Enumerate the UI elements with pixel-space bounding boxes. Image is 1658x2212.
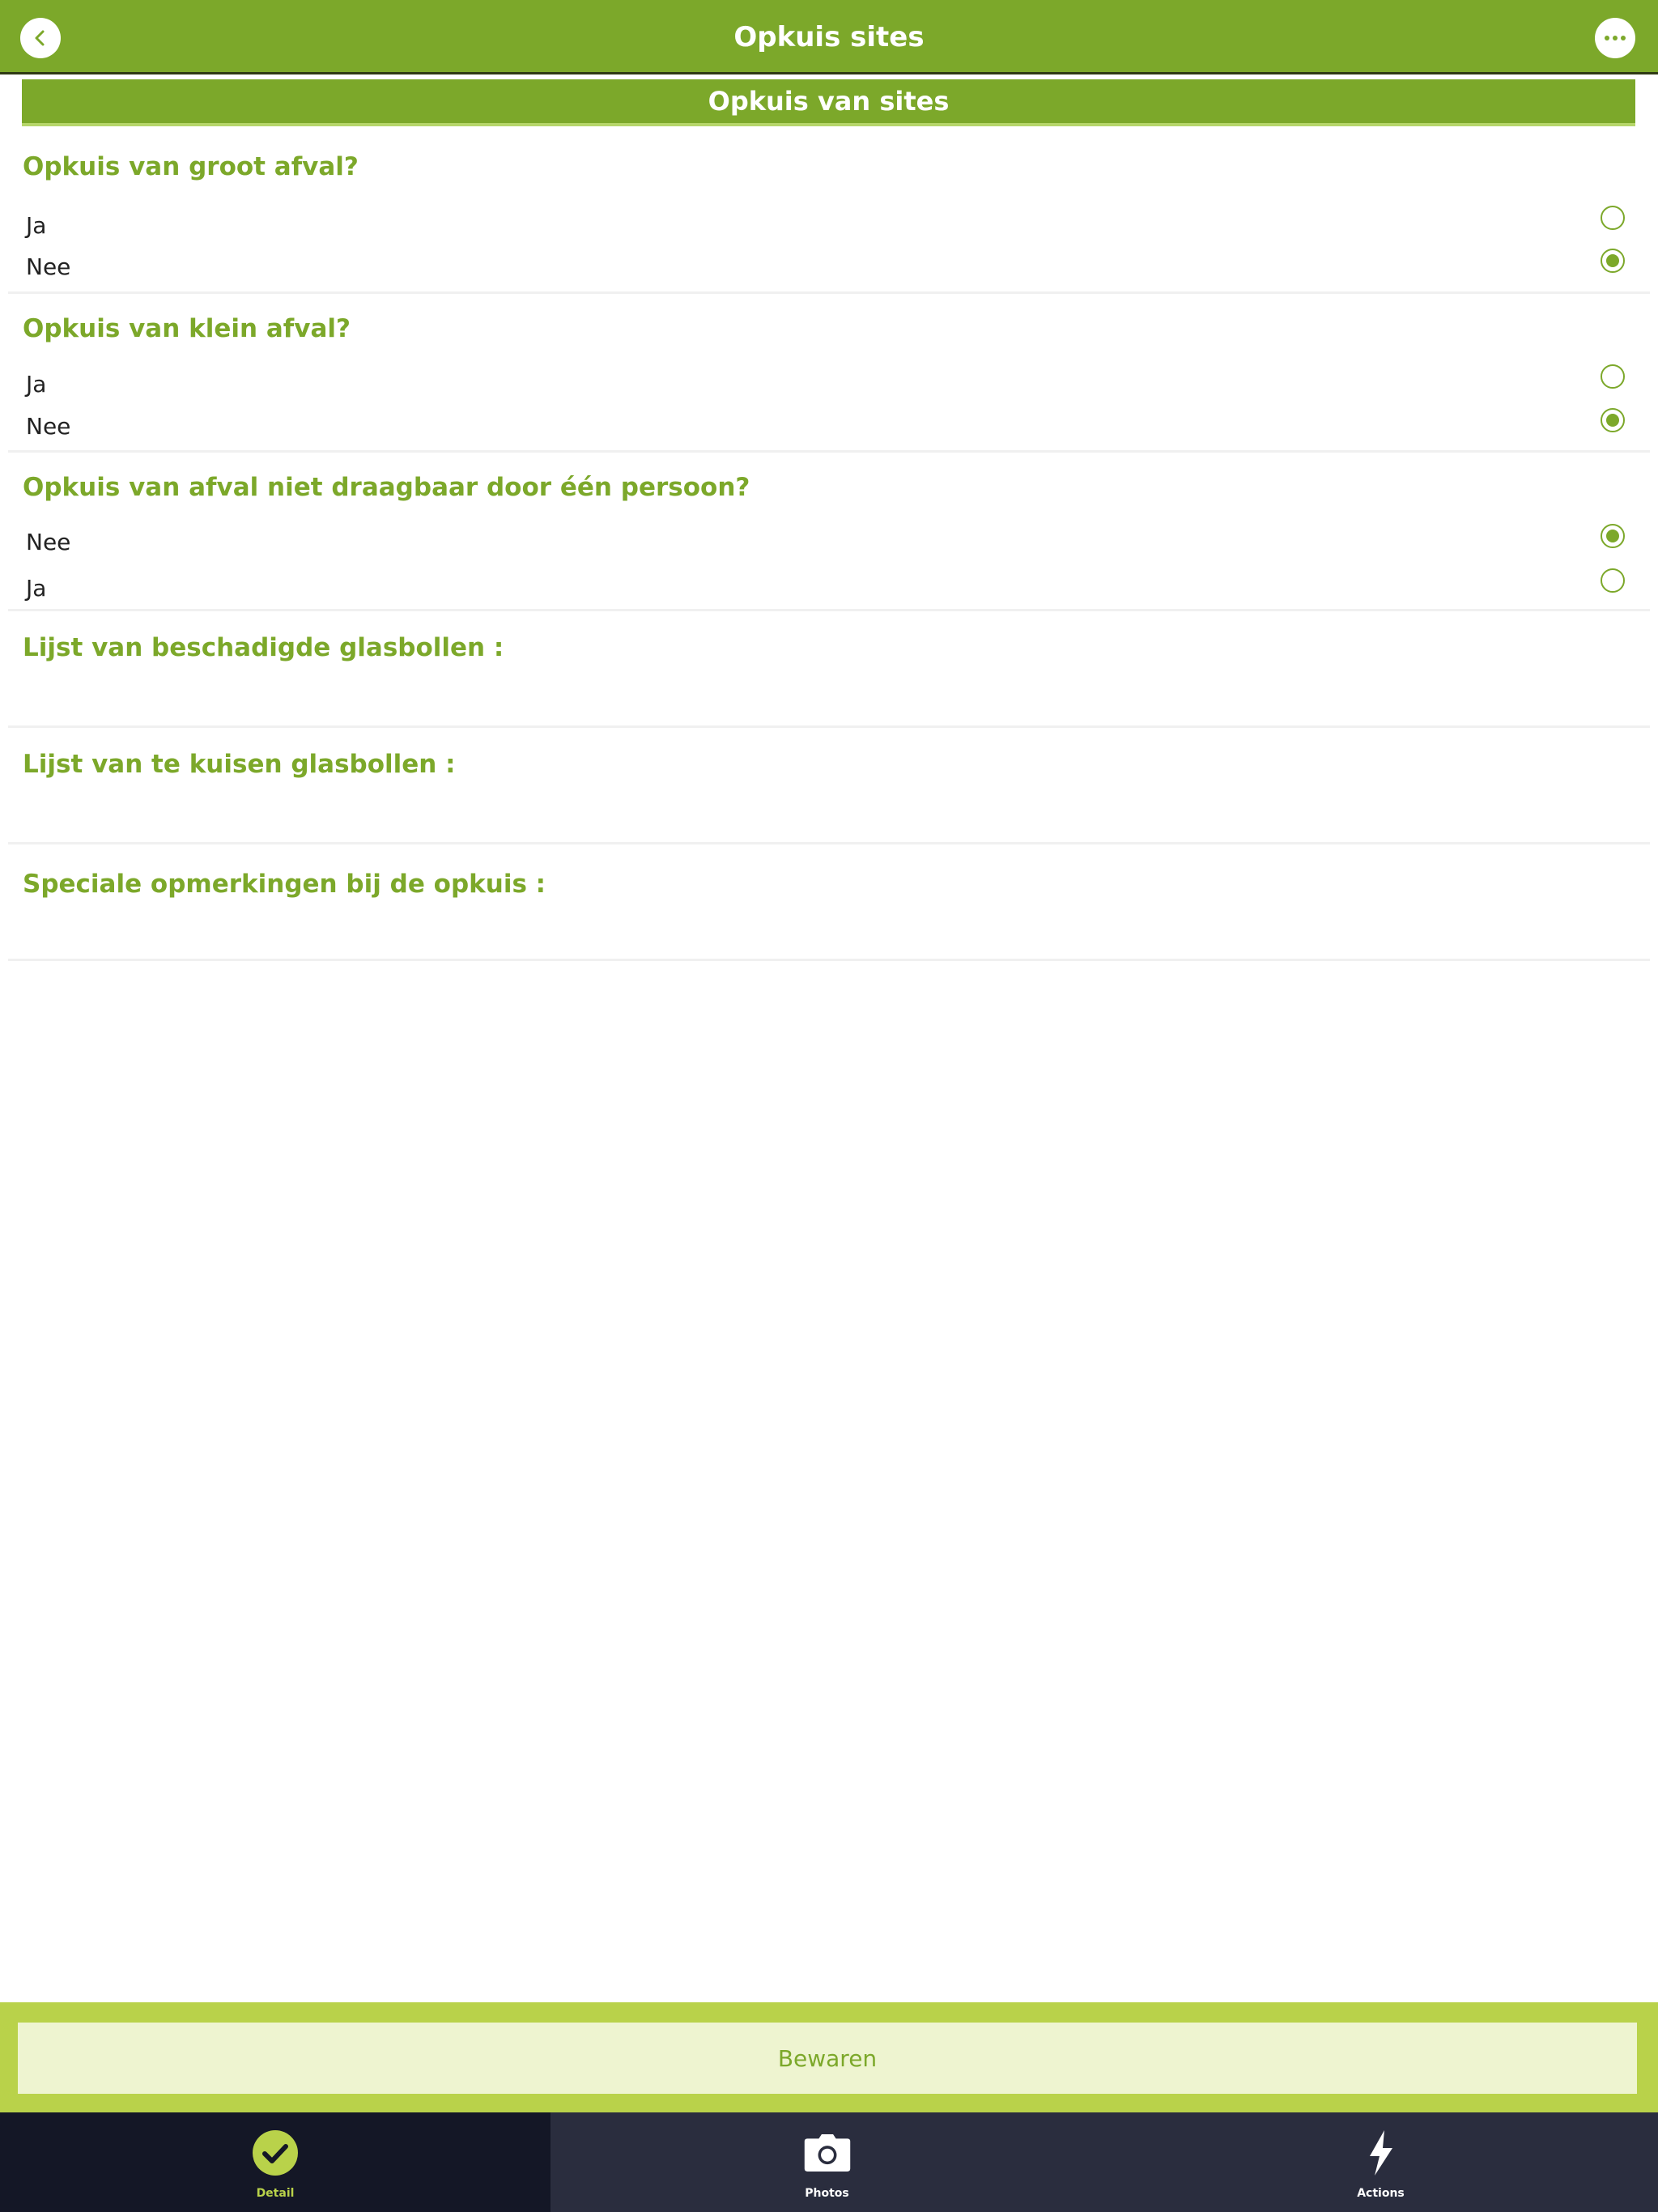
bolt-icon <box>1357 2129 1405 2177</box>
radio-klein-afval-nee[interactable] <box>1601 408 1625 432</box>
section-header: Opkuis van sites <box>22 79 1635 126</box>
option-label[interactable]: Nee <box>26 413 70 440</box>
tab-label: Detail <box>256 2187 295 2200</box>
bottom-tab-bar: Detail Photos Actions <box>0 2112 1658 2212</box>
more-dots-icon <box>1605 36 1626 40</box>
tab-label: Photos <box>805 2187 849 2200</box>
question-title-groot-afval: Opkuis van groot afval? <box>23 152 359 181</box>
question-title-klein-afval: Opkuis van klein afval? <box>23 314 351 343</box>
divider <box>8 450 1650 453</box>
radio-niet-draagbaar-ja[interactable] <box>1601 568 1625 593</box>
divider <box>8 291 1650 294</box>
page-title: Opkuis sites <box>733 21 925 53</box>
tab-detail[interactable]: Detail <box>0 2112 551 2212</box>
check-circle-icon <box>251 2129 300 2177</box>
option-label[interactable]: Nee <box>26 253 70 280</box>
radio-groot-afval-ja[interactable] <box>1601 206 1625 230</box>
option-label[interactable]: Ja <box>26 371 46 398</box>
field-label-speciale-opmerkingen[interactable]: Speciale opmerkingen bij de opkuis : <box>23 870 546 899</box>
top-nav-bar: Opkuis sites <box>0 0 1658 74</box>
divider <box>8 959 1650 961</box>
divider <box>8 842 1650 844</box>
tab-photos[interactable]: Photos <box>551 2112 1103 2212</box>
camera-icon <box>803 2129 852 2177</box>
field-label-te-kuisen-glasbollen[interactable]: Lijst van te kuisen glasbollen : <box>23 750 456 779</box>
field-label-beschadigde-glasbollen[interactable]: Lijst van beschadigde glasbollen : <box>23 633 504 662</box>
tab-label: Actions <box>1357 2187 1405 2200</box>
tab-actions[interactable]: Actions <box>1103 2112 1658 2212</box>
radio-niet-draagbaar-nee[interactable] <box>1601 524 1625 548</box>
option-label[interactable]: Nee <box>26 529 70 555</box>
option-label[interactable]: Ja <box>26 212 46 239</box>
divider <box>8 609 1650 611</box>
radio-klein-afval-ja[interactable] <box>1601 364 1625 389</box>
save-bar: Bewaren <box>0 2002 1658 2112</box>
more-button[interactable] <box>1595 18 1635 58</box>
radio-groot-afval-nee[interactable] <box>1601 249 1625 273</box>
divider <box>8 725 1650 728</box>
option-label[interactable]: Ja <box>26 575 46 602</box>
save-button[interactable]: Bewaren <box>18 2023 1637 2094</box>
question-title-niet-draagbaar: Opkuis van afval niet draagbaar door één… <box>23 473 750 502</box>
